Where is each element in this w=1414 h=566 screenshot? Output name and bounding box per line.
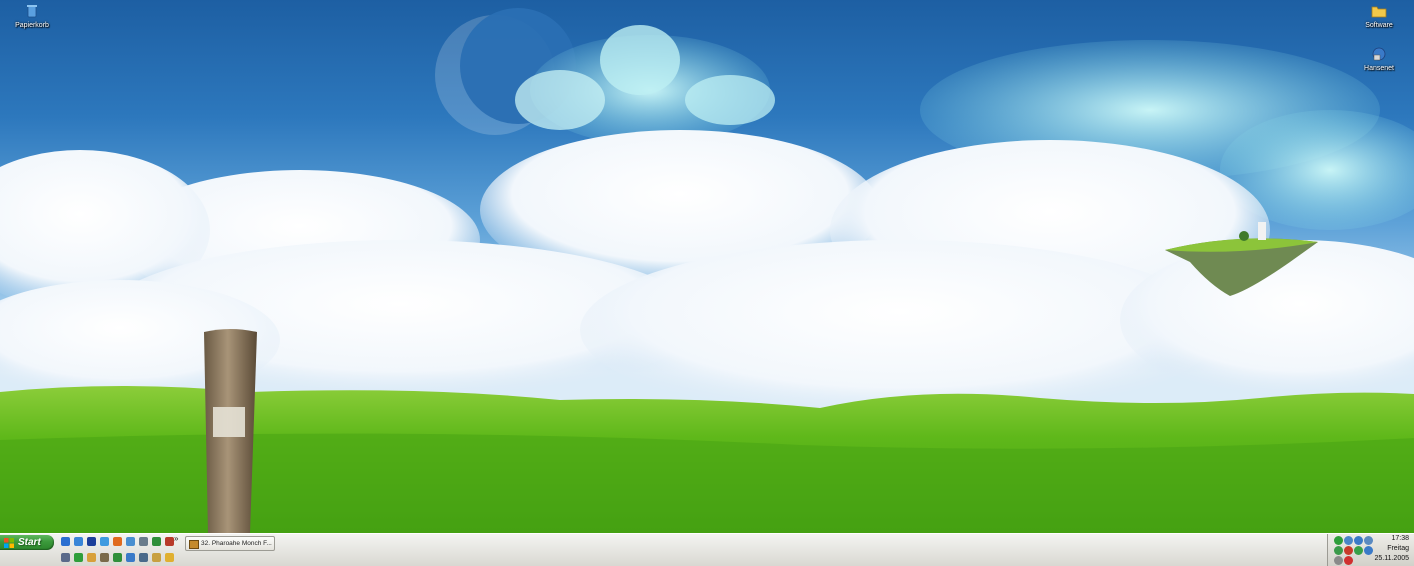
clock-day: Freitag: [1387, 545, 1409, 552]
smile-icon[interactable]: [163, 551, 176, 564]
desktop-icon-recycle-bin[interactable]: Papierkorb: [2, 3, 62, 30]
desktop-icon-software[interactable]: Software: [1349, 3, 1409, 30]
media-player-icon-glyph: [126, 537, 135, 546]
quick-launch-row: [59, 535, 176, 548]
game-icon[interactable]: [150, 535, 163, 548]
tray-monitor-icon[interactable]: [1364, 536, 1373, 545]
clock-time[interactable]: 17:38: [1391, 535, 1409, 542]
internet-explorer-icon-glyph: [61, 537, 70, 546]
windows-icon-glyph: [113, 553, 122, 562]
task-button-winamp[interactable]: 32. Pharoahe Monch F...: [185, 536, 275, 551]
task-button-label: 32. Pharoahe Monch F...: [201, 540, 272, 547]
photo-icon-glyph: [165, 537, 174, 546]
desktop-icon-hansenet[interactable]: Hansenet: [1349, 46, 1409, 73]
start-label: Start: [18, 537, 41, 548]
media-player-icon[interactable]: [124, 535, 137, 548]
trash-icon[interactable]: [98, 551, 111, 564]
firefox-icon[interactable]: [111, 535, 124, 548]
quick-launch-overflow-button[interactable]: »: [174, 534, 178, 543]
tools-icon[interactable]: [150, 551, 163, 564]
desktop[interactable]: Papierkorb Software Hansenet: [0, 0, 1414, 533]
paint-icon-glyph: [87, 553, 96, 562]
globe-icon-glyph: [126, 553, 135, 562]
save-icon-glyph: [87, 537, 96, 546]
save-icon[interactable]: [85, 535, 98, 548]
phone-icon-glyph: [139, 553, 148, 562]
tray-globe-icon[interactable]: [1364, 546, 1373, 555]
desktop-icon-label: Software: [1365, 22, 1393, 29]
game-icon-glyph: [152, 537, 161, 546]
help-icon-glyph: [74, 537, 83, 546]
wallpaper: [0, 8, 1414, 533]
internet-explorer-icon[interactable]: [59, 535, 72, 548]
paint-icon[interactable]: [85, 551, 98, 564]
text-icon[interactable]: [59, 551, 72, 564]
tray-network-icon[interactable]: [1354, 536, 1363, 545]
phone-icon[interactable]: [137, 551, 150, 564]
windows-flag-icon: [4, 538, 14, 548]
globe-icon[interactable]: [124, 551, 137, 564]
wooden-post: [204, 329, 257, 533]
tray-alert-icon[interactable]: [1344, 556, 1353, 565]
windows-icon[interactable]: [111, 551, 124, 564]
network-icon: [1372, 47, 1386, 61]
smile-icon-glyph: [165, 553, 174, 562]
tray-red-icon[interactable]: [1344, 546, 1353, 555]
clock-date: 25.11.2005: [1374, 555, 1409, 562]
taskbar: Start » 32. Pharoahe Monch F... 17:38 Fr…: [0, 533, 1414, 566]
tools-icon-glyph: [152, 553, 161, 562]
trash-icon-glyph: [100, 553, 109, 562]
firefox-icon-glyph: [113, 537, 122, 546]
desktop-icon-label: Papierkorb: [15, 22, 49, 29]
help-icon[interactable]: [72, 535, 85, 548]
messenger-icon[interactable]: [98, 535, 111, 548]
tray-green-icon[interactable]: [1354, 546, 1363, 555]
winamp-icon: [189, 540, 199, 549]
network-icon-glyph: [139, 537, 148, 546]
shield-icon-glyph: [74, 553, 83, 562]
tray-settings-icon[interactable]: [1334, 556, 1343, 565]
recycle-bin-icon: [27, 5, 37, 18]
tray-green-icon[interactable]: [1334, 536, 1343, 545]
system-tray: 17:38 Freitag 25.11.2005: [1327, 534, 1414, 566]
desktop-icon-label: Hansenet: [1364, 65, 1394, 72]
quick-launch-row: [59, 551, 176, 564]
tray-monitor-icon[interactable]: [1344, 536, 1353, 545]
folder-icon: [1371, 6, 1387, 18]
start-button[interactable]: Start: [0, 535, 54, 550]
tray-shield-icon[interactable]: [1334, 546, 1343, 555]
shield-icon[interactable]: [72, 551, 85, 564]
text-icon-glyph: [61, 553, 70, 562]
network-icon[interactable]: [137, 535, 150, 548]
messenger-icon-glyph: [100, 537, 109, 546]
